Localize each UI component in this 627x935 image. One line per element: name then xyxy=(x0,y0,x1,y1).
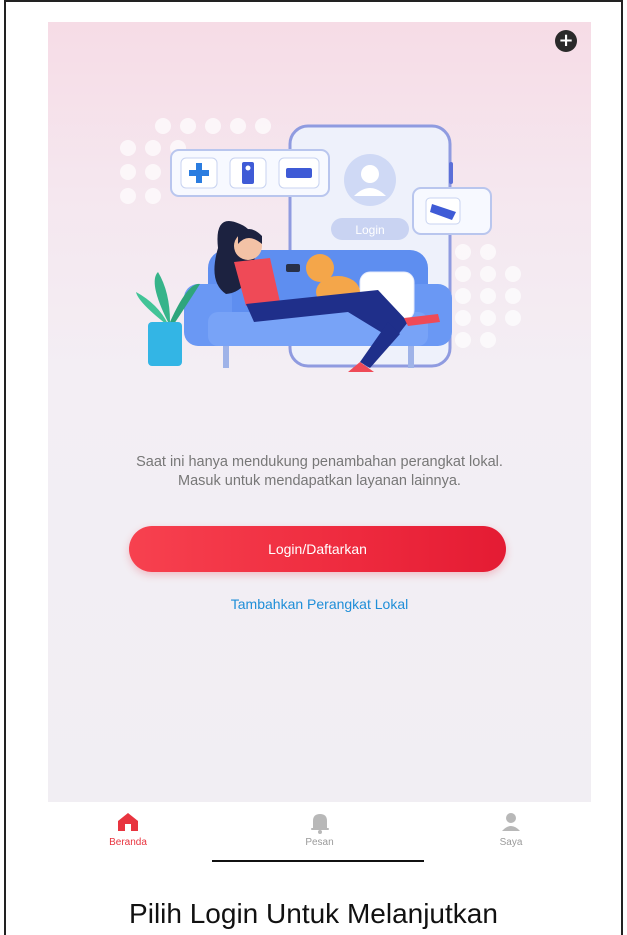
home-icon xyxy=(118,813,138,831)
login-badge-label: Login xyxy=(355,223,384,237)
tab-label: Beranda xyxy=(109,837,147,848)
security-camera-icon xyxy=(412,187,492,235)
tab-beranda[interactable]: Beranda xyxy=(98,802,158,862)
info-message: Saat ini hanya mendukung penambahan pera… xyxy=(48,453,591,491)
add-local-device-link[interactable]: Tambahkan Perangkat Lokal xyxy=(48,596,591,612)
login-register-button[interactable]: Login/Daftarkan xyxy=(129,526,506,572)
tab-pesan[interactable]: Pesan xyxy=(290,802,350,862)
app-screen: + Login Saat ini hanya mendukung penamba… xyxy=(48,22,591,802)
info-line-2: Masuk untuk mendapatkan layanan lainnya. xyxy=(178,473,461,489)
doorbell-icon xyxy=(229,157,267,189)
info-line-1: Saat ini hanya mendukung penambahan pera… xyxy=(136,454,503,470)
tab-label: Pesan xyxy=(305,837,334,848)
plus-icon xyxy=(180,157,218,189)
hero-illustration: Login xyxy=(120,118,521,372)
user-avatar-icon xyxy=(344,154,396,206)
user-icon xyxy=(502,813,520,831)
caption: Pilih Login Untuk Melanjutkan xyxy=(129,898,498,929)
tab-saya[interactable]: Saya xyxy=(481,802,541,862)
home-indicator xyxy=(212,860,424,862)
camera-box-icon xyxy=(278,157,320,189)
tab-label: Saya xyxy=(499,837,523,848)
bottom-tab-bar: Beranda Pesan Saya xyxy=(48,802,591,862)
bell-icon xyxy=(310,814,329,834)
